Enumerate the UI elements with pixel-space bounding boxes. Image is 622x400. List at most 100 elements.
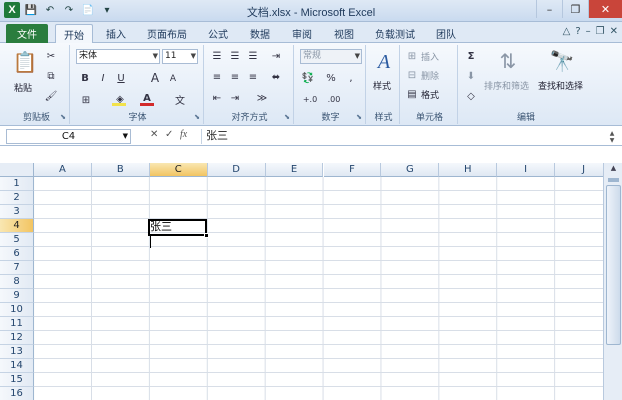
format-painter-icon[interactable]: 🖌	[44, 89, 58, 103]
row-header-16[interactable]: 16	[0, 387, 34, 400]
split-handle[interactable]	[608, 178, 619, 182]
restore-button[interactable]: ❐	[562, 0, 588, 18]
row-header-10[interactable]: 10	[0, 303, 34, 317]
wb-minimize-icon[interactable]: –	[586, 26, 591, 37]
cancel-entry-icon[interactable]: ✕	[150, 129, 158, 140]
cell-grid[interactable]	[34, 177, 603, 400]
row-header-11[interactable]: 11	[0, 317, 34, 331]
tab-review[interactable]: 审阅	[284, 24, 320, 43]
paste-icon[interactable]: 📋	[10, 47, 40, 77]
wb-restore-icon[interactable]: ❐	[596, 26, 605, 37]
clear-icon[interactable]: ◇	[464, 89, 478, 103]
row-header-7[interactable]: 7	[0, 261, 34, 275]
fill-handle[interactable]	[204, 233, 209, 238]
number-launcher-icon[interactable]: ⬊	[356, 113, 362, 121]
minimize-button[interactable]: –	[536, 0, 562, 18]
enter-entry-icon[interactable]: ✓	[165, 129, 173, 140]
row-header-4[interactable]: 4	[0, 219, 34, 233]
styles-button[interactable]: 样式	[373, 79, 391, 92]
column-header-g[interactable]: G	[381, 163, 440, 177]
tab-data[interactable]: 数据	[242, 24, 278, 43]
tab-load-test[interactable]: 负载测试	[368, 24, 422, 43]
tab-page-layout[interactable]: 页面布局	[140, 24, 194, 43]
tab-team[interactable]: 团队	[428, 24, 464, 43]
format-cells-button[interactable]: 格式	[421, 88, 439, 101]
column-header-c[interactable]: C	[149, 163, 208, 177]
font-size-combo[interactable]: 11 ▼	[162, 49, 198, 64]
delete-cells-icon[interactable]: ⊟	[406, 69, 418, 81]
fill-down-icon[interactable]: ⬇	[464, 69, 478, 83]
paste-button[interactable]: 粘贴	[14, 81, 32, 94]
increase-decimal-icon[interactable]: +.0	[300, 92, 320, 106]
number-format-combo[interactable]: 常规 ▼	[300, 49, 362, 64]
column-header-a[interactable]: A	[34, 163, 92, 177]
shrink-font-icon[interactable]: A	[166, 72, 180, 86]
vertical-scrollbar[interactable]: ▲	[603, 163, 622, 400]
row-header-8[interactable]: 8	[0, 275, 34, 289]
underline-button[interactable]: U	[114, 71, 128, 85]
row-header-2[interactable]: 2	[0, 191, 34, 205]
format-cells-icon[interactable]: ▤	[406, 88, 418, 100]
row-header-12[interactable]: 12	[0, 331, 34, 345]
ribbon-minimize-icon[interactable]: △	[563, 26, 571, 37]
row-header-5[interactable]: 5	[0, 233, 34, 247]
font-launcher-icon[interactable]: ⬊	[194, 113, 200, 121]
phonetic-icon[interactable]: 文	[172, 92, 188, 107]
italic-button[interactable]: I	[96, 71, 110, 85]
align-right-icon[interactable]: ≡	[246, 71, 260, 83]
orientation-icon[interactable]: ≫	[254, 92, 270, 104]
tab-file[interactable]: 文件	[6, 24, 48, 43]
tab-home[interactable]: 开始	[55, 24, 93, 43]
row-header-14[interactable]: 14	[0, 359, 34, 373]
tab-insert[interactable]: 插入	[98, 24, 134, 43]
insert-cells-icon[interactable]: ⊞	[406, 50, 418, 62]
row-header-15[interactable]: 15	[0, 373, 34, 387]
delete-cells-button[interactable]: 删除	[421, 69, 439, 82]
help-icon[interactable]: ?	[575, 26, 580, 37]
formula-input[interactable]: 张三	[201, 129, 602, 144]
comma-icon[interactable]: ,	[344, 71, 358, 85]
align-bottom-icon[interactable]: ☰	[246, 50, 260, 62]
sort-filter-button[interactable]: 排序和筛选	[484, 79, 529, 92]
row-header-1[interactable]: 1	[0, 177, 34, 191]
autosum-icon[interactable]: Σ	[464, 49, 478, 63]
align-middle-icon[interactable]: ☰	[228, 50, 242, 62]
tab-view[interactable]: 视图	[326, 24, 362, 43]
currency-icon[interactable]: 💱	[300, 71, 316, 85]
name-box[interactable]: C4 ▼	[6, 129, 131, 144]
wrap-text-icon[interactable]: ⇥	[268, 50, 284, 62]
insert-cells-button[interactable]: 插入	[421, 50, 439, 63]
select-all-corner[interactable]	[0, 163, 34, 177]
bold-button[interactable]: B	[78, 71, 92, 85]
scroll-thumb[interactable]	[606, 185, 621, 345]
column-header-d[interactable]: D	[207, 163, 266, 177]
align-left-icon[interactable]: ≡	[210, 71, 224, 83]
decrease-indent-icon[interactable]: ⇤	[210, 92, 224, 104]
tab-formulas[interactable]: 公式	[200, 24, 236, 43]
copy-icon[interactable]: ⧉	[44, 69, 58, 83]
increase-indent-icon[interactable]: ⇥	[228, 92, 242, 104]
column-header-h[interactable]: H	[439, 163, 498, 177]
column-header-f[interactable]: F	[323, 163, 382, 177]
insert-function-icon[interactable]: fx	[180, 129, 187, 140]
percent-icon[interactable]: %	[324, 71, 338, 85]
scroll-up-icon[interactable]: ▲	[606, 164, 621, 176]
wb-close-icon[interactable]: ✕	[610, 26, 618, 37]
column-header-i[interactable]: I	[497, 163, 556, 177]
row-header-3[interactable]: 3	[0, 205, 34, 219]
decrease-decimal-icon[interactable]: .00	[324, 92, 344, 106]
find-select-button[interactable]: 查找和选择	[538, 79, 583, 92]
close-button[interactable]: ✕	[588, 0, 622, 18]
align-center-icon[interactable]: ≡	[228, 71, 242, 83]
row-header-13[interactable]: 13	[0, 345, 34, 359]
formula-bar-expand-icon[interactable]: ▲ ▼	[606, 127, 618, 146]
border-icon[interactable]: ⊞	[78, 93, 94, 107]
clipboard-launcher-icon[interactable]: ⬊	[60, 113, 66, 121]
cut-icon[interactable]: ✂	[44, 49, 58, 63]
align-top-icon[interactable]: ☰	[210, 50, 224, 62]
merge-center-icon[interactable]: ⬌	[268, 71, 284, 83]
grow-font-icon[interactable]: A	[148, 71, 162, 85]
row-header-6[interactable]: 6	[0, 247, 34, 261]
font-name-combo[interactable]: 宋体 ▼	[76, 49, 160, 64]
find-select-icon[interactable]: 🔭	[548, 47, 576, 75]
